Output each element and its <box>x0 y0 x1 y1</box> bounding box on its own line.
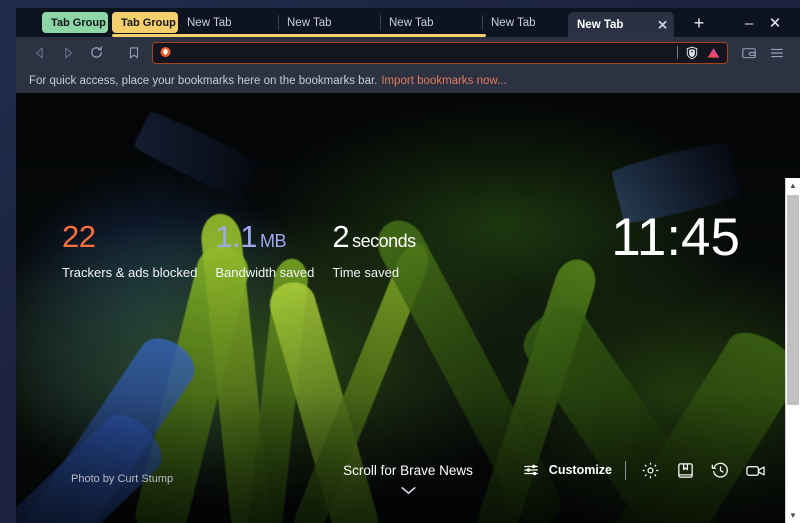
privacy-stats: 22 Trackers & ads blocked 1.1 MB Bandwidt… <box>62 219 434 280</box>
tab-group-label: Tab Group 2 <box>121 16 185 29</box>
close-window-button[interactable]: ✕ <box>764 14 786 34</box>
video-camera-icon[interactable] <box>744 459 766 481</box>
address-bar-input[interactable] <box>172 46 677 59</box>
history-clock-icon[interactable] <box>709 459 731 481</box>
tab-strip: Tab Group 1 Tab Group 2 New Tab New Tab … <box>16 8 800 37</box>
stat-number: 22 <box>62 219 96 254</box>
stat-label: Time saved <box>332 265 400 280</box>
tab-group-label: Tab Group 1 <box>51 16 115 29</box>
clock: 11:45 <box>611 208 740 267</box>
new-tab-page: 22 Trackers & ads blocked 1.1 MB Bandwidt… <box>16 93 800 523</box>
ntp-action-bar: Customize <box>523 459 766 481</box>
tab-new-tab-active[interactable]: New Tab ✕ <box>568 12 674 37</box>
tab-separator <box>278 15 279 30</box>
browser-toolbar <box>16 37 800 68</box>
brave-wallet-icon[interactable] <box>735 39 763 67</box>
stat-unit: MB <box>259 231 287 251</box>
scroll-hint-label: Scroll for Brave News <box>343 463 473 478</box>
tab-title: New Tab <box>491 16 536 29</box>
tab-new-tab-1[interactable]: New Tab <box>178 10 278 35</box>
bookmark-outline-icon[interactable] <box>120 39 148 67</box>
omnibox-divider <box>677 46 678 59</box>
stat-label: Trackers & ads blocked <box>62 265 198 280</box>
stat-number: 2 <box>332 219 350 254</box>
stat-unit: seconds <box>352 231 416 251</box>
sliders-icon <box>523 462 541 478</box>
stat-label: Bandwidth saved <box>215 265 315 280</box>
tab-group-chip-2[interactable]: Tab Group 2 <box>112 12 185 33</box>
brave-shields-icon[interactable] <box>685 46 699 60</box>
back-arrow-icon[interactable] <box>26 39 54 67</box>
import-bookmarks-link[interactable]: Import bookmarks now... <box>381 75 506 87</box>
new-tab-button[interactable]: + <box>688 14 710 34</box>
scrollbar-down-arrow[interactable]: ▼ <box>786 508 800 523</box>
tab-separator <box>482 15 483 30</box>
brave-leo-ai-icon[interactable] <box>706 46 721 60</box>
customize-label: Customize <box>548 463 612 477</box>
reload-icon[interactable] <box>82 39 110 67</box>
tab-title: New Tab <box>389 16 434 29</box>
action-divider <box>625 460 626 480</box>
address-bar[interactable] <box>152 41 728 64</box>
stat-value: 2 seconds <box>332 219 416 259</box>
tab-separator <box>380 15 381 30</box>
customize-button[interactable]: Customize <box>523 462 612 478</box>
tab-title: New Tab <box>187 16 232 29</box>
gear-icon[interactable] <box>639 459 661 481</box>
hamburger-menu-icon[interactable] <box>763 39 791 67</box>
chevron-down-icon[interactable] <box>16 482 800 498</box>
scrollbar-up-arrow[interactable]: ▲ <box>786 178 800 193</box>
tab-title: New Tab <box>577 18 624 31</box>
bookmarks-book-icon[interactable] <box>674 459 696 481</box>
stat-value: 1.1 MB <box>215 219 314 259</box>
bookmarks-bar: For quick access, place your bookmarks h… <box>16 68 800 93</box>
stat-trackers-blocked: 22 Trackers & ads blocked <box>62 219 197 280</box>
stat-time-saved: 2 seconds Time saved <box>332 219 416 280</box>
tab-group-chip-1[interactable]: Tab Group 1 <box>42 12 115 33</box>
close-icon[interactable]: ✕ <box>657 18 668 31</box>
scrollbar-thumb[interactable] <box>787 195 799 405</box>
stat-value: 22 <box>62 219 197 259</box>
minimize-button[interactable]: – <box>738 14 760 34</box>
bookmarks-bar-message: For quick access, place your bookmarks h… <box>29 74 378 87</box>
stat-number: 1.1 <box>215 219 257 254</box>
brave-search-icon <box>159 46 172 59</box>
forward-arrow-icon[interactable] <box>54 39 82 67</box>
tab-new-tab-4[interactable]: New Tab <box>482 10 582 35</box>
tab-new-tab-3[interactable]: New Tab <box>380 10 480 35</box>
stat-bandwidth-saved: 1.1 MB Bandwidth saved <box>215 219 314 280</box>
browser-window: Tab Group 1 Tab Group 2 New Tab New Tab … <box>16 8 800 523</box>
tab-new-tab-2[interactable]: New Tab <box>278 10 378 35</box>
tab-title: New Tab <box>287 16 332 29</box>
